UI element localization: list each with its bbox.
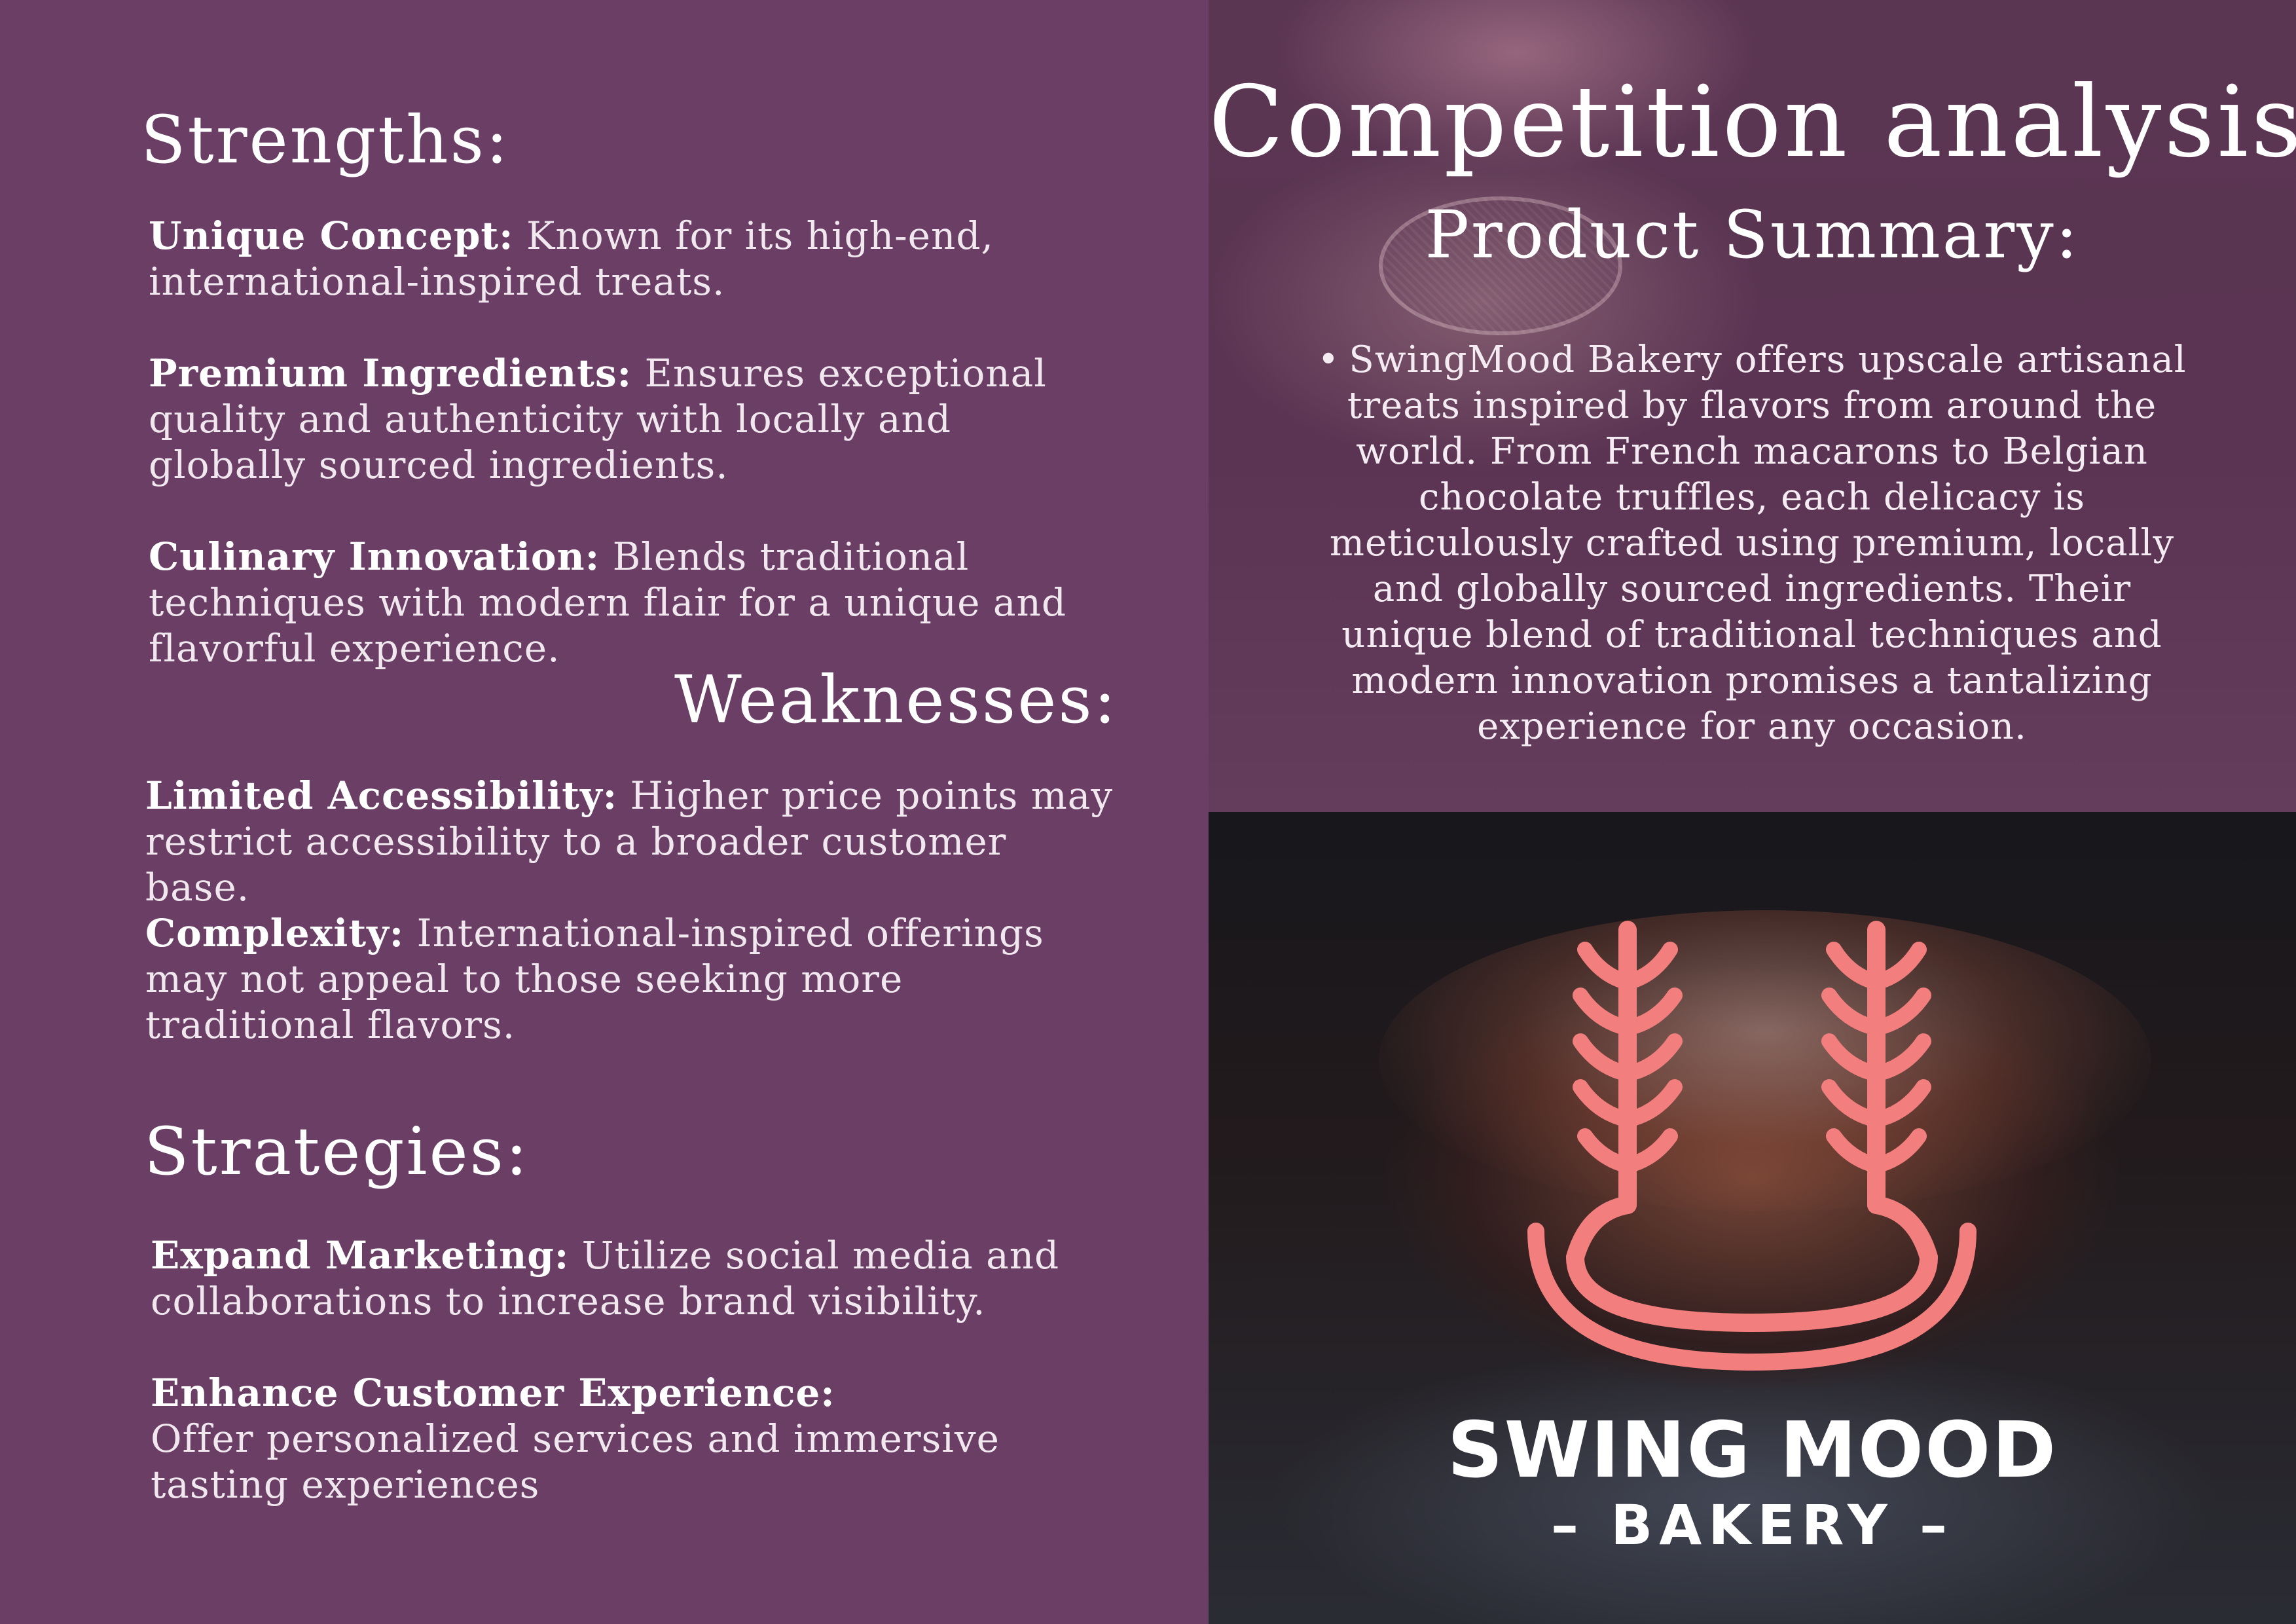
brand-name: SWING MOOD — [1447, 1405, 2058, 1495]
weakness-term: Limited Accessibility: — [145, 773, 618, 818]
cake-photo: SWING MOOD – BAKERY – — [1209, 812, 2296, 1624]
bullet-icon: • — [1317, 339, 1340, 381]
strength-term: Premium Ingredients: — [149, 351, 632, 396]
page-title: Competition analysis — [1209, 65, 2296, 179]
strength-item: Premium Ingredients: Ensures exceptional… — [149, 350, 1111, 488]
strength-item: Culinary Innovation: Blends traditional … — [149, 534, 1111, 671]
strengths-heading: Strengths: — [141, 101, 510, 178]
weaknesses-heading: Weaknesses: — [674, 661, 1118, 738]
summary-panel: Competition analysis Product Summary: • S… — [1209, 0, 2296, 812]
weakness-item: Complexity: International-inspired offer… — [145, 910, 1114, 1048]
strategy-item: Enhance Customer Experience: Offer perso… — [151, 1370, 1120, 1507]
strategy-text: Offer personalized services and immersiv… — [151, 1416, 1000, 1507]
weakness-term: Complexity: — [145, 911, 405, 955]
strategies-heading: Strategies: — [144, 1113, 530, 1190]
strength-term: Culinary Innovation: — [149, 534, 600, 579]
strategy-item: Expand Marketing: Utilize social media a… — [151, 1232, 1093, 1324]
strength-item: Unique Concept: Known for its high-end, … — [149, 213, 1111, 304]
brand-subtitle: – BAKERY – — [1551, 1493, 1954, 1557]
weakness-item: Limited Accessibility: Higher price poin… — [145, 773, 1114, 910]
strategy-term: Expand Marketing: — [151, 1233, 570, 1278]
summary-body: SwingMood Bakery offers upscale artisana… — [1329, 339, 2187, 748]
product-summary-heading: Product Summary: — [1425, 196, 2080, 273]
strength-term: Unique Concept: — [149, 213, 514, 258]
product-summary-text: • SwingMood Bakery offers upscale artisan… — [1307, 337, 2197, 750]
strategy-term: Enhance Customer Experience: — [151, 1371, 835, 1415]
left-panel: Strengths: Unique Concept: Known for its… — [0, 0, 1209, 1624]
